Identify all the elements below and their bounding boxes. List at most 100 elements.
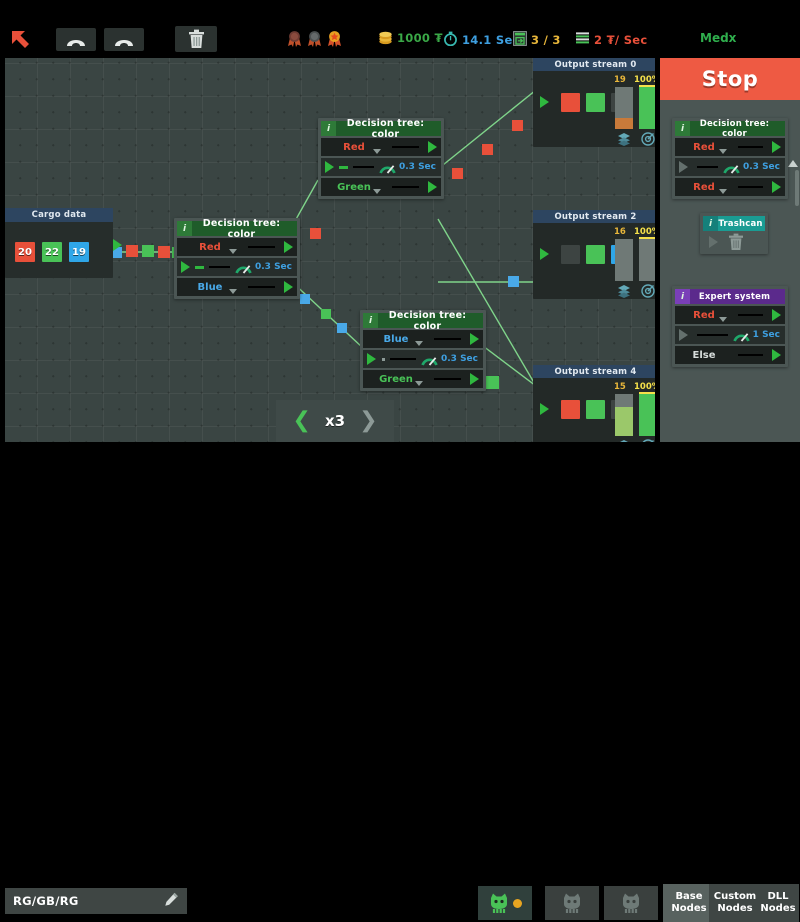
redo-button[interactable] bbox=[104, 28, 144, 51]
stack-icon[interactable] bbox=[617, 283, 631, 298]
cargo-output-port[interactable] bbox=[113, 239, 122, 251]
output-stream-2[interactable]: Output stream 2 16 100% bbox=[533, 210, 660, 299]
silver-medal-icon[interactable] bbox=[306, 30, 323, 47]
cargo-data-node[interactable]: Cargo data 20 22 19 bbox=[5, 208, 122, 278]
undo-button[interactable] bbox=[56, 28, 96, 51]
tab-dll-nodes[interactable]: DLL Nodes bbox=[757, 884, 799, 922]
palette-node-expert-system[interactable]: i Expert system Red 1 Sec Else bbox=[672, 286, 788, 367]
trashcan-input-port[interactable] bbox=[709, 236, 718, 248]
bronze-medal-icon[interactable] bbox=[286, 30, 303, 47]
zoom-control[interactable]: ❮ x3 ❯ bbox=[276, 400, 394, 442]
node-branch-a-row[interactable]: Blue bbox=[363, 330, 483, 348]
branch-a-output-port[interactable] bbox=[284, 241, 293, 253]
info-icon[interactable]: i bbox=[177, 221, 192, 236]
branch-a-dropdown[interactable]: Red bbox=[321, 142, 387, 154]
node-input-port[interactable] bbox=[679, 329, 688, 341]
delay-gauge[interactable]: 1 Sec bbox=[733, 329, 785, 342]
branch-b-output-port[interactable] bbox=[470, 373, 479, 385]
node-input-port[interactable] bbox=[325, 161, 334, 173]
node-decision-tree-bottom[interactable]: i Decision tree: color Blue 0.3 Sec Gree… bbox=[360, 310, 486, 391]
node-decision-tree-top[interactable]: i Decision tree: color Red 0.3 Sec Green bbox=[318, 118, 444, 199]
branch-a-dropdown[interactable]: Red bbox=[675, 142, 733, 154]
node-input-row[interactable]: 0.3 Sec bbox=[675, 158, 785, 176]
scroll-up-arrow-icon[interactable] bbox=[788, 160, 798, 167]
target-icon[interactable] bbox=[641, 283, 655, 298]
solution-slot-2[interactable] bbox=[545, 886, 599, 920]
node-header[interactable]: i Decision tree: color bbox=[363, 310, 483, 332]
node-header[interactable]: i Decision tree: color bbox=[177, 218, 297, 240]
output-input-port[interactable] bbox=[540, 403, 549, 415]
tab-custom-nodes[interactable]: Custom Nodes bbox=[709, 884, 761, 922]
branch-b-dropdown[interactable]: Green bbox=[363, 374, 429, 386]
delay-gauge[interactable]: 0.3 Sec bbox=[235, 261, 297, 274]
branch-b-dropdown[interactable]: Green bbox=[321, 182, 387, 194]
node-input-row[interactable]: 0.3 Sec bbox=[321, 158, 441, 176]
info-icon[interactable]: i bbox=[363, 313, 378, 328]
branch-a-dropdown[interactable]: Blue bbox=[363, 334, 429, 346]
output-input-port[interactable] bbox=[540, 248, 549, 260]
node-input-row[interactable]: 1 Sec bbox=[675, 326, 785, 344]
branch-b-output-port[interactable] bbox=[772, 349, 781, 361]
info-icon[interactable]: i bbox=[703, 216, 718, 231]
palette-node-decision-tree[interactable]: i Decision tree: color Red 0.3 Sec Red bbox=[672, 118, 788, 199]
solution-name-field[interactable]: RG/GB/RG bbox=[5, 888, 187, 914]
node-branch-b-row[interactable]: Green bbox=[321, 178, 441, 196]
node-canvas[interactable]: Cargo data 20 22 19 i Decision tree: col… bbox=[0, 58, 660, 442]
node-input-row[interactable]: 0.3 Sec bbox=[177, 258, 297, 276]
node-header[interactable]: i Decision tree: color bbox=[321, 118, 441, 140]
branch-a-output-port[interactable] bbox=[470, 333, 479, 345]
trashcan-body[interactable] bbox=[703, 233, 765, 251]
gold-medal-icon[interactable] bbox=[326, 30, 343, 47]
output-stream-4[interactable]: Output stream 4 15 100% bbox=[533, 365, 660, 442]
node-decision-tree-left[interactable]: i Decision tree: color Red 0.3 Sec Blue bbox=[174, 218, 300, 299]
node-header[interactable]: i Trashcan bbox=[703, 216, 765, 231]
branch-a-dropdown[interactable]: Red bbox=[675, 310, 733, 322]
delay-gauge[interactable]: 0.3 Sec bbox=[379, 161, 441, 174]
solution-slot-3[interactable] bbox=[604, 886, 658, 920]
pencil-icon[interactable] bbox=[164, 892, 179, 911]
branch-a-output-port[interactable] bbox=[772, 141, 781, 153]
zoom-in-button[interactable]: ❯ bbox=[359, 410, 377, 432]
node-input-row[interactable]: 0.3 Sec bbox=[363, 350, 483, 368]
delay-gauge[interactable]: 0.3 Sec bbox=[723, 161, 785, 174]
node-branch-a-row[interactable]: Red bbox=[675, 138, 785, 156]
target-icon[interactable] bbox=[641, 131, 655, 146]
node-branch-a-row[interactable]: Red bbox=[675, 306, 785, 324]
node-branch-b-row[interactable]: Green bbox=[363, 370, 483, 388]
info-icon[interactable]: i bbox=[675, 121, 690, 136]
zoom-out-button[interactable]: ❮ bbox=[293, 410, 311, 432]
node-input-port[interactable] bbox=[367, 353, 376, 365]
stack-icon[interactable] bbox=[617, 131, 631, 146]
branch-a-output-port[interactable] bbox=[428, 141, 437, 153]
branch-b-output-port[interactable] bbox=[772, 181, 781, 193]
branch-b-output-port[interactable] bbox=[284, 281, 293, 293]
delete-button[interactable] bbox=[175, 26, 217, 52]
branch-b-dropdown[interactable]: Blue bbox=[177, 282, 243, 294]
node-branch-a-row[interactable]: Red bbox=[177, 238, 297, 256]
output-icons bbox=[533, 131, 658, 147]
node-input-port[interactable] bbox=[181, 261, 190, 273]
branch-a-dropdown[interactable]: Red bbox=[177, 242, 243, 254]
branch-a-output-port[interactable] bbox=[772, 309, 781, 321]
output-stream-0[interactable]: Output stream 0 19 100% bbox=[533, 58, 660, 147]
node-input-port[interactable] bbox=[679, 161, 688, 173]
node-branch-b-row[interactable]: Red bbox=[675, 178, 785, 196]
node-header[interactable]: i Decision tree: color bbox=[675, 119, 785, 139]
delay-gauge[interactable]: 0.3 Sec bbox=[421, 353, 483, 366]
time-value: 14.1 Sec bbox=[462, 33, 520, 47]
info-icon[interactable]: i bbox=[675, 289, 690, 304]
solution-slot-1[interactable] bbox=[478, 886, 532, 920]
info-icon[interactable]: i bbox=[321, 121, 336, 136]
node-branch-b-row[interactable]: Blue bbox=[177, 278, 297, 296]
node-header[interactable]: i Expert system bbox=[675, 289, 785, 304]
stop-button[interactable]: Stop bbox=[660, 58, 800, 100]
palette-node-trashcan[interactable]: i Trashcan bbox=[700, 213, 768, 254]
node-branch-b-row[interactable]: Else bbox=[675, 346, 785, 364]
branch-b-output-port[interactable] bbox=[428, 181, 437, 193]
branch-b-dropdown[interactable]: Red bbox=[675, 182, 733, 194]
palette-scrollbar[interactable] bbox=[795, 170, 799, 206]
back-arrow-icon[interactable] bbox=[8, 27, 34, 53]
output-input-port[interactable] bbox=[540, 96, 549, 108]
node-branch-a-row[interactable]: Red bbox=[321, 138, 441, 156]
tab-base-nodes[interactable]: Base Nodes bbox=[663, 884, 715, 922]
